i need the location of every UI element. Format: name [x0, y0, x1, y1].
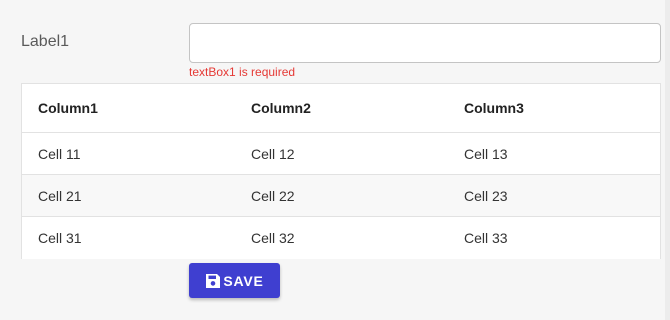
validation-error-message: textBox1 is required: [189, 65, 296, 79]
table-row[interactable]: Cell 21 Cell 22 Cell 23: [22, 175, 660, 217]
grid-cell[interactable]: Cell 11: [22, 133, 251, 174]
text-input-field[interactable]: [189, 23, 661, 63]
grid-header-row: Column1 Column2 Column3: [22, 84, 660, 133]
field-label: Label1: [21, 33, 70, 50]
save-button[interactable]: SAVE: [189, 263, 280, 298]
scrollbar-track[interactable]: [665, 0, 670, 320]
grid-cell[interactable]: Cell 23: [464, 175, 660, 216]
grid-cell[interactable]: Cell 13: [464, 133, 660, 174]
grid-cell[interactable]: Cell 22: [251, 175, 464, 216]
grid-cell[interactable]: Cell 12: [251, 133, 464, 174]
table-row[interactable]: Cell 31 Cell 32 Cell 33: [22, 217, 660, 259]
grid-cell[interactable]: Cell 32: [251, 217, 464, 259]
table-row[interactable]: Cell 11 Cell 12 Cell 13: [22, 133, 660, 175]
grid-cell[interactable]: Cell 21: [22, 175, 251, 216]
column-header-2[interactable]: Column2: [251, 84, 464, 132]
save-button-label: SAVE: [223, 272, 264, 289]
form-page: Label1 textBox1 is required Column1 Colu…: [0, 0, 670, 320]
floppy-disk-icon: [205, 273, 221, 289]
data-grid: Column1 Column2 Column3 Cell 11 Cell 12 …: [21, 83, 661, 259]
grid-cell[interactable]: Cell 33: [464, 217, 660, 259]
column-header-3[interactable]: Column3: [464, 84, 660, 132]
grid-cell[interactable]: Cell 31: [22, 217, 251, 259]
column-header-1[interactable]: Column1: [22, 84, 251, 132]
